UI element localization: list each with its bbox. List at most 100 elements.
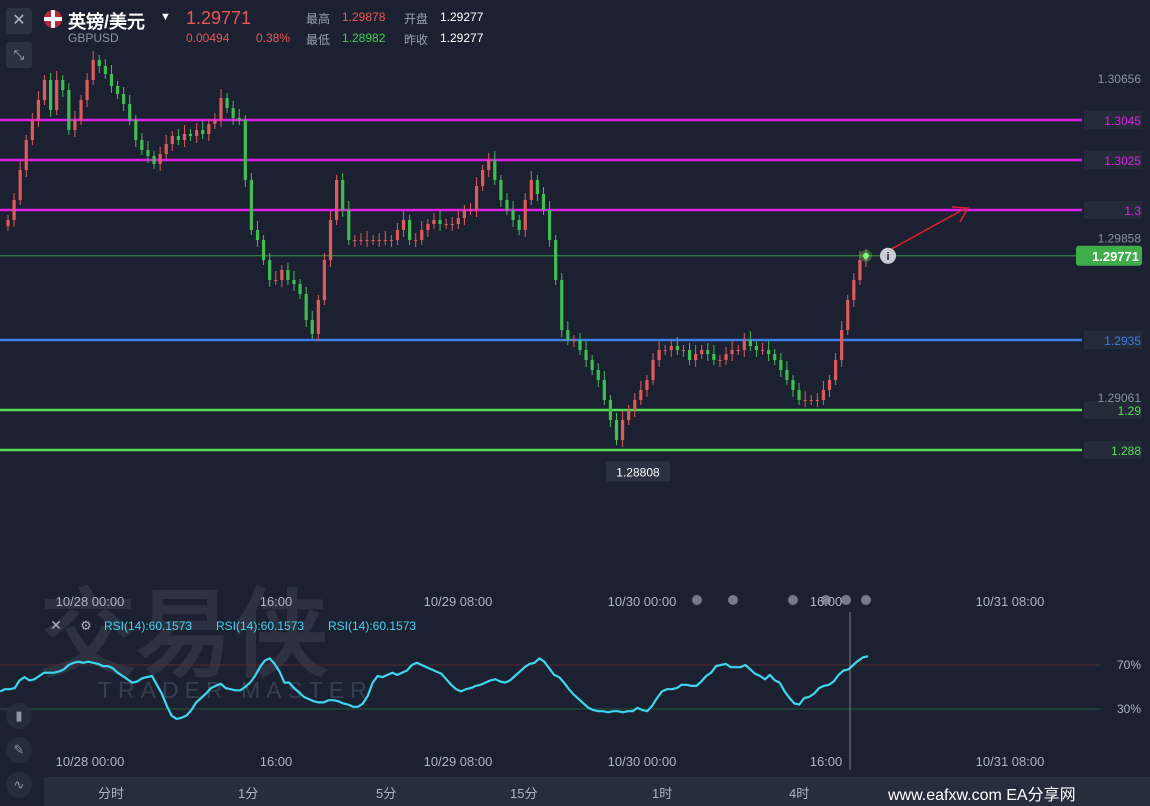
candle-body <box>395 230 400 240</box>
timeframe-1h[interactable]: 1时 <box>652 783 672 802</box>
candle-body <box>468 210 473 211</box>
rsi-x-tick-label: 10/31 08:00 <box>976 754 1045 769</box>
candle-body <box>195 130 199 136</box>
candle-body <box>694 354 698 360</box>
candle-body <box>36 100 41 120</box>
x-tick-label: 10/29 08:00 <box>424 594 493 609</box>
event-dot <box>841 595 851 605</box>
candle-body <box>249 180 254 230</box>
candle-body <box>152 156 156 164</box>
candle-body <box>645 380 649 390</box>
annotations: 1.28808 i <box>606 206 970 482</box>
level-label: 1.2935 <box>1104 334 1141 348</box>
candle-body <box>426 224 430 230</box>
candle-body <box>566 330 570 340</box>
timeframe-1min[interactable]: 1分 <box>238 783 258 802</box>
rsi-level-label: 70% <box>1117 658 1141 672</box>
candle-body <box>261 240 266 260</box>
candle-body <box>846 300 850 330</box>
candle-body <box>383 240 387 241</box>
candle-body <box>560 280 564 330</box>
x-tick-label: 16:00 <box>260 594 293 609</box>
candle-body <box>535 180 540 194</box>
candle-body <box>328 220 333 260</box>
candle-body <box>91 60 95 80</box>
candle-body <box>474 186 479 210</box>
candle-body <box>785 370 789 380</box>
event-dot <box>821 595 831 605</box>
candle-body <box>620 420 625 440</box>
candle-body <box>858 260 862 280</box>
level-label: 1.3025 <box>1104 154 1141 168</box>
candle-body <box>833 360 838 380</box>
candle-body <box>109 74 114 86</box>
price-chart[interactable]: 交易侠TRADER MASTER 1.30451.30251.31.29351.… <box>0 0 1150 806</box>
candle-body <box>292 280 296 284</box>
candle-body <box>164 144 168 154</box>
x-tick-label: 10/30 00:00 <box>608 594 677 609</box>
price-axis-label: 1.29858 <box>1098 231 1142 245</box>
candle-body <box>481 170 485 186</box>
candle-body <box>748 340 752 346</box>
candle-body <box>736 350 740 351</box>
candle-body <box>304 294 308 320</box>
candle-body <box>687 350 692 360</box>
candle-body <box>359 240 363 241</box>
candle-body <box>529 180 533 200</box>
chart-type-icon[interactable]: ∿ <box>6 772 32 798</box>
candle-body <box>602 380 606 400</box>
candle-body <box>517 220 521 230</box>
candle-body <box>541 194 546 210</box>
candle-body <box>55 80 59 110</box>
candle-body <box>401 220 406 230</box>
candle-body <box>499 180 503 200</box>
candle-body <box>681 350 686 351</box>
candle-body <box>797 390 801 400</box>
candle-body <box>669 346 673 350</box>
candle-body <box>791 380 795 390</box>
candle-body <box>712 354 716 360</box>
timeframe-tick[interactable]: 分时 <box>98 783 124 802</box>
draw-pen-icon[interactable]: ✎ <box>6 737 32 763</box>
info-marker-glyph: i <box>886 251 889 263</box>
timeframe-5min[interactable]: 5分 <box>376 783 396 802</box>
candle-body <box>341 180 345 210</box>
timeframe-15min[interactable]: 15分 <box>510 783 537 802</box>
candle-body <box>596 370 600 380</box>
candle-body <box>554 240 558 280</box>
candle-body <box>590 360 594 370</box>
candle-body <box>134 120 138 140</box>
event-dot <box>692 595 702 605</box>
indicator-icon[interactable]: ▮ <box>6 703 32 729</box>
candle-body <box>365 240 369 241</box>
candle-body <box>614 420 619 440</box>
rsi-x-tick-label: 16:00 <box>260 754 293 769</box>
event-dot <box>728 595 738 605</box>
candle-body <box>815 400 819 401</box>
timeframe-4h[interactable]: 4时 <box>789 783 809 802</box>
candle-body <box>840 330 844 360</box>
candle-body <box>444 224 448 225</box>
candle-body <box>268 260 272 280</box>
candle-body <box>207 124 211 134</box>
candle-body <box>651 360 655 380</box>
candle-body <box>608 400 613 420</box>
level-lines[interactable]: 1.3045 1.3025 1.3 1.2935 1.29 1.288 1.29771 1.3… <box>0 72 1142 459</box>
candle-body <box>115 86 120 94</box>
candle-body <box>97 60 101 66</box>
candle-body <box>6 220 10 226</box>
candle-body <box>231 108 235 118</box>
candle-body <box>627 410 631 420</box>
candle-body <box>724 354 728 360</box>
candle-body <box>201 130 205 134</box>
candle-body <box>79 100 83 120</box>
candle-body <box>633 400 637 410</box>
candle-body <box>718 360 722 361</box>
candle-body <box>852 280 856 300</box>
candle-body <box>310 320 314 334</box>
candle-body <box>450 224 454 225</box>
candle-body <box>420 230 424 240</box>
rsi-level-label: 30% <box>1117 702 1141 716</box>
candle-body <box>663 350 667 351</box>
low-marker-label: 1.28808 <box>616 465 660 479</box>
